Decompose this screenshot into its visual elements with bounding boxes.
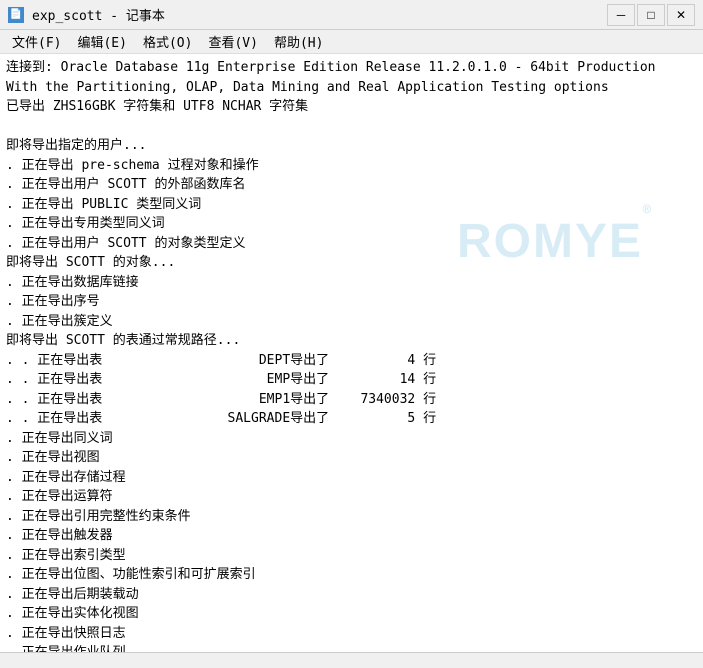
app-icon: 📄: [8, 7, 24, 23]
notepad-content: 连接到: Oracle Database 11g Enterprise Edit…: [6, 58, 697, 652]
menu-view[interactable]: 查看(V): [200, 30, 265, 53]
menu-file[interactable]: 文件(F): [4, 30, 69, 53]
status-bar: [0, 652, 703, 668]
menu-edit[interactable]: 编辑(E): [69, 30, 134, 53]
window-controls: ─ □ ✕: [607, 4, 695, 26]
title-left: 📄 exp_scott - 记事本: [8, 5, 165, 24]
content-area[interactable]: ROMYE ® 连接到: Oracle Database 11g Enterpr…: [0, 54, 703, 652]
close-button[interactable]: ✕: [667, 4, 695, 26]
menu-bar: 文件(F) 编辑(E) 格式(O) 查看(V) 帮助(H): [0, 30, 703, 54]
maximize-button[interactable]: □: [637, 4, 665, 26]
title-bar: 📄 exp_scott - 记事本 ─ □ ✕: [0, 0, 703, 30]
window-title: exp_scott - 记事本: [32, 5, 165, 24]
menu-format[interactable]: 格式(O): [135, 30, 200, 53]
menu-help[interactable]: 帮助(H): [266, 30, 331, 53]
minimize-button[interactable]: ─: [607, 4, 635, 26]
